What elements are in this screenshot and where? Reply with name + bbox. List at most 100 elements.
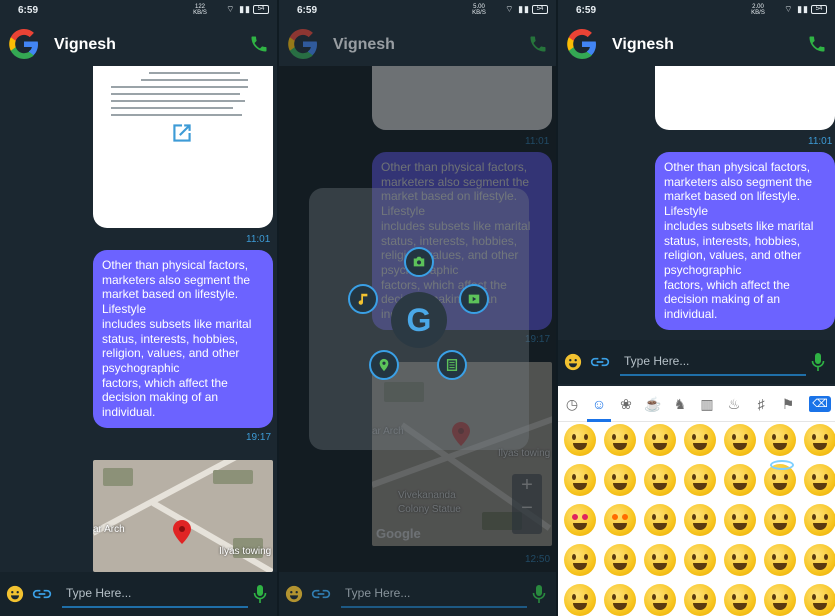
google-logo-icon	[288, 29, 317, 59]
emoji-key[interactable]	[564, 584, 596, 616]
emoji-key[interactable]	[764, 544, 796, 576]
bulb-icon[interactable]: ♨	[724, 394, 744, 414]
location-icon	[379, 358, 389, 372]
emoji-key[interactable]	[804, 464, 835, 496]
emoji-key[interactable]	[764, 584, 796, 616]
emoji-key[interactable]	[604, 544, 636, 576]
emoji-key[interactable]	[684, 424, 716, 456]
status-time: 6:59	[297, 5, 318, 16]
message-timestamp: 11:01	[808, 136, 833, 147]
emoji-key[interactable]	[804, 584, 835, 616]
location-pin-icon	[173, 520, 191, 544]
emoji-key[interactable]	[644, 424, 676, 456]
emoji-key[interactable]	[684, 464, 716, 496]
emoji-key[interactable]	[644, 504, 676, 536]
message-input[interactable]: Type Here...	[341, 580, 527, 608]
backspace-icon[interactable]: ⌫	[809, 396, 831, 412]
microphone-icon[interactable]	[532, 584, 546, 604]
emoji-key[interactable]	[684, 544, 716, 576]
video-icon	[468, 294, 480, 304]
document-attach-button[interactable]	[437, 350, 467, 380]
emoji-key[interactable]	[604, 504, 636, 536]
document-attachment[interactable]	[93, 66, 273, 228]
run-icon[interactable]: ♞	[670, 394, 690, 414]
emoji-key[interactable]	[764, 460, 796, 496]
document-preview	[111, 72, 263, 121]
emoji-key[interactable]	[804, 424, 835, 456]
open-external-icon[interactable]	[169, 120, 195, 146]
smiley-icon[interactable]: ☺	[587, 394, 611, 422]
message-bubble[interactable]: Other than physical factors, marketers a…	[655, 152, 835, 330]
location-map[interactable]: ar Arch Ilyas towing	[93, 460, 273, 572]
emoji-key[interactable]	[604, 424, 636, 456]
attach-link-icon[interactable]	[32, 586, 52, 602]
battery-indicator: 54	[532, 5, 548, 14]
status-bar: 6:59 122 KB/S ⌔ ▮▮ 54	[0, 0, 277, 22]
microphone-icon[interactable]	[253, 584, 267, 604]
emoji-key[interactable]	[564, 424, 596, 456]
building-icon[interactable]: ▥	[697, 394, 717, 414]
emoji-key[interactable]	[724, 464, 756, 496]
emoji-key[interactable]	[604, 464, 636, 496]
message-input[interactable]: Type Here...	[620, 348, 806, 376]
app-bar: Vignesh	[0, 22, 277, 66]
chat-list[interactable]: 11:01 Other than physical factors, marke…	[0, 66, 277, 572]
paw-icon[interactable]: ❀	[616, 394, 636, 414]
video-attach-button[interactable]	[459, 284, 489, 314]
phone-call-icon[interactable]	[528, 34, 548, 54]
emoji-key[interactable]	[564, 504, 596, 536]
emoji-key[interactable]	[724, 544, 756, 576]
chat-list[interactable]: 11:01 Other than physical factors, marke…	[558, 66, 835, 342]
emoji-key[interactable]	[644, 584, 676, 616]
attach-link-icon[interactable]	[590, 354, 610, 370]
network-speed: 2.00 KB/S	[751, 4, 765, 16]
emoji-key[interactable]	[564, 544, 596, 576]
battery-indicator: 54	[253, 5, 269, 14]
emoji-key[interactable]	[764, 424, 796, 456]
chat-screen-1: 6:59 122 KB/S ⌔ ▮▮ 54 Vignesh 11:01 Othe…	[0, 0, 277, 616]
emoji-icon[interactable]	[564, 353, 582, 371]
network-speed: 5.00 KB/S	[472, 4, 486, 16]
emoji-key[interactable]	[684, 584, 716, 616]
audio-attach-button[interactable]	[348, 284, 378, 314]
message-input-bar: Type Here...	[0, 572, 277, 616]
location-attach-button[interactable]	[369, 350, 399, 380]
battery-indicator: 54	[811, 5, 827, 14]
emoji-icon[interactable]	[6, 585, 24, 603]
emoji-key[interactable]	[564, 464, 596, 496]
emoji-key[interactable]	[724, 584, 756, 616]
attachment-menu-center[interactable]: G	[391, 292, 447, 348]
symbols-icon[interactable]: ♯	[751, 394, 771, 414]
emoji-key[interactable]	[644, 544, 676, 576]
emoji-key[interactable]	[804, 544, 835, 576]
phone-call-icon[interactable]	[807, 34, 827, 54]
document-icon	[446, 359, 458, 371]
emoji-keyboard: ◷ ☺ ❀ ☕ ♞ ▥ ♨ ♯ ⚑ ⌫	[558, 386, 835, 616]
emoji-icon[interactable]	[285, 585, 303, 603]
emoji-key[interactable]	[684, 504, 716, 536]
message-bubble[interactable]: Other than physical factors, marketers a…	[93, 250, 273, 428]
attach-link-icon[interactable]	[311, 586, 331, 602]
google-logo-icon	[9, 29, 38, 59]
message-timestamp: 19:17	[246, 432, 272, 443]
document-attachment[interactable]	[655, 66, 835, 130]
emoji-key[interactable]	[804, 504, 835, 536]
message-timestamp: 11:01	[246, 234, 271, 245]
microphone-icon[interactable]	[811, 352, 825, 372]
food-icon[interactable]: ☕	[643, 394, 663, 414]
status-bar: 6:59 5.00 KB/S ⌔ ▮▮ 54	[279, 0, 556, 22]
camera-icon	[413, 256, 425, 267]
emoji-key[interactable]	[644, 464, 676, 496]
emoji-key[interactable]	[604, 584, 636, 616]
phone-call-icon[interactable]	[249, 34, 269, 54]
music-icon	[358, 293, 368, 305]
emoji-key[interactable]	[724, 504, 756, 536]
emoji-key[interactable]	[724, 424, 756, 456]
chat-screen-3: 6:59 2.00 KB/S ⌔ ▮▮ 54 Vignesh 11:01 Oth…	[558, 0, 835, 616]
flag-icon[interactable]: ⚑	[778, 394, 798, 414]
emoji-key[interactable]	[764, 504, 796, 536]
camera-attach-button[interactable]	[404, 247, 434, 277]
clock-icon[interactable]: ◷	[562, 394, 582, 414]
message-input[interactable]: Type Here...	[62, 580, 248, 608]
status-time: 6:59	[18, 5, 39, 16]
